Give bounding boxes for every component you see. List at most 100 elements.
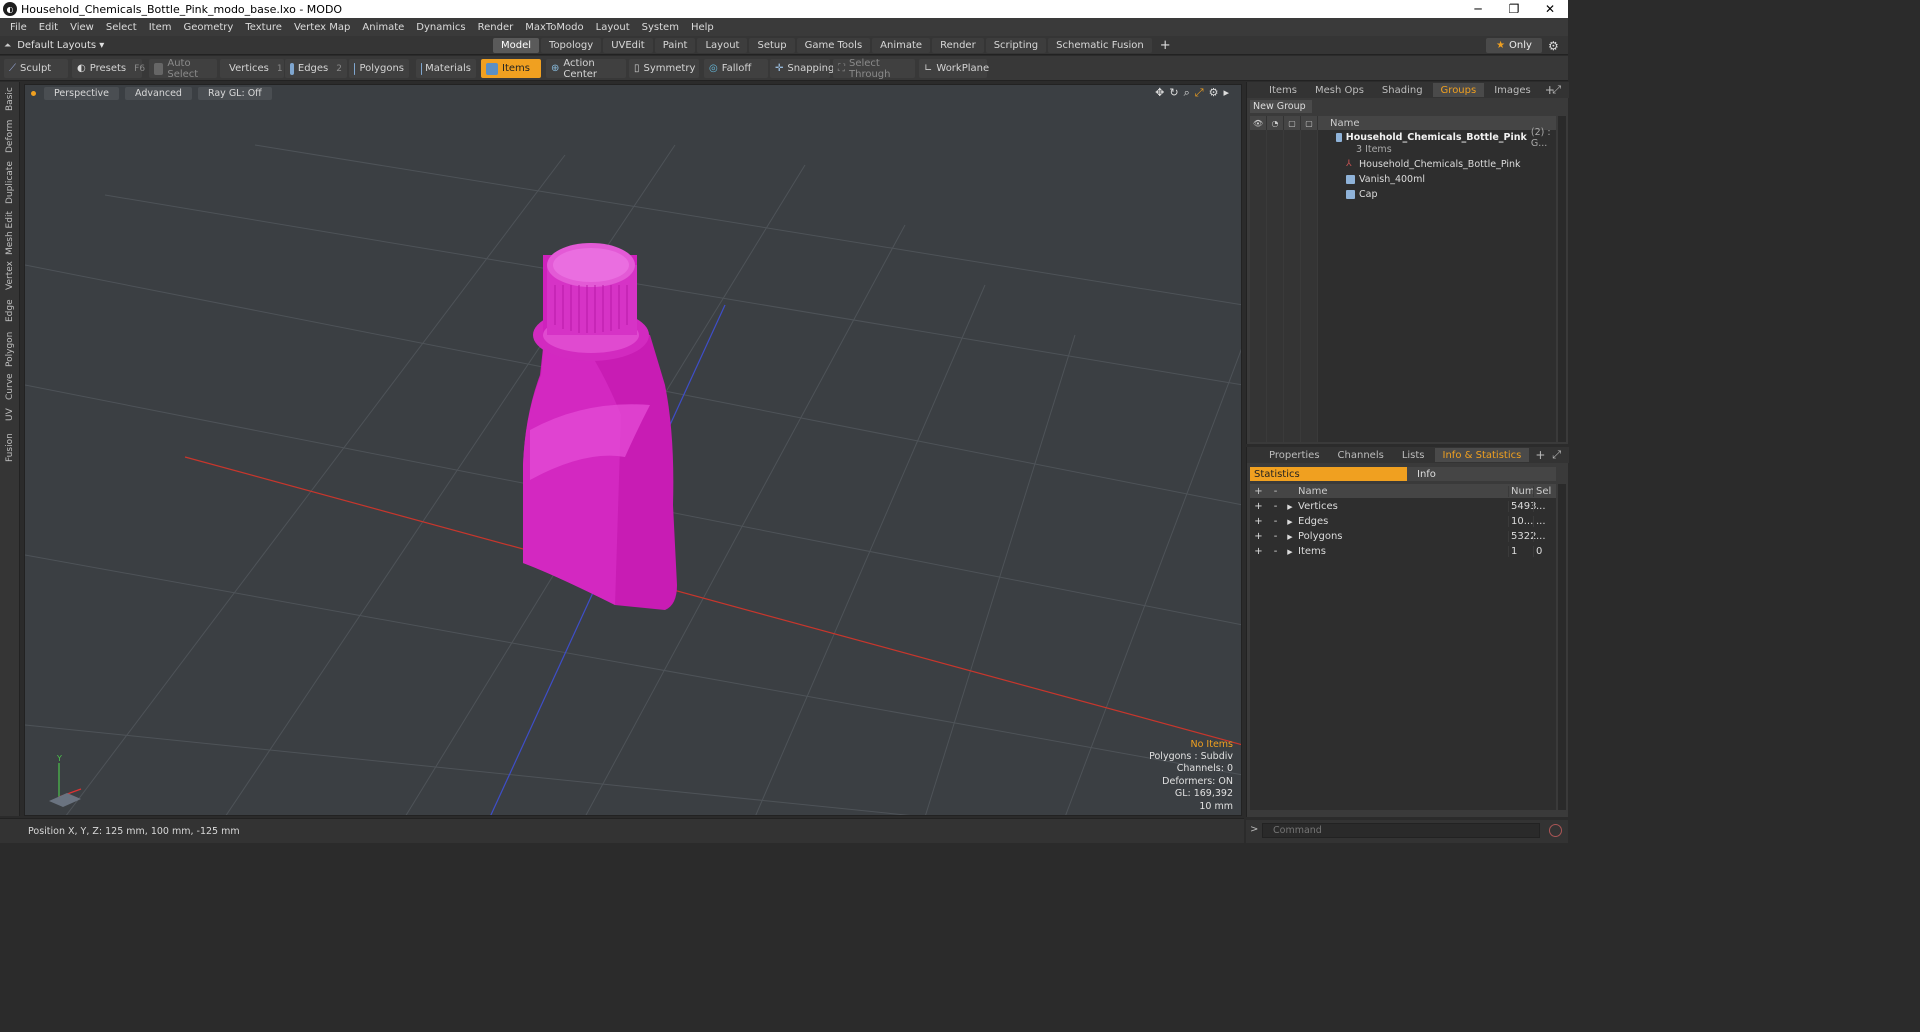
- vtab-mesh-edit[interactable]: Mesh Edit: [2, 210, 18, 256]
- menu-texture[interactable]: Texture: [239, 22, 288, 33]
- tab-lists[interactable]: Lists: [1394, 448, 1433, 462]
- polygons-button[interactable]: Polygons: [349, 59, 409, 78]
- row-add-icon[interactable]: +: [1250, 546, 1267, 557]
- tab-channels[interactable]: Channels: [1330, 448, 1392, 462]
- menu-render[interactable]: Render: [472, 22, 520, 33]
- raygl-dropdown[interactable]: Ray GL: Off: [197, 87, 272, 100]
- groups-scrollbar[interactable]: [1558, 116, 1566, 442]
- auto-select-button[interactable]: Auto Select: [149, 58, 217, 80]
- bottle-model[interactable]: [523, 243, 677, 610]
- select-through-button[interactable]: ⛶ Select Through: [833, 58, 915, 80]
- tab-properties[interactable]: Properties: [1261, 448, 1328, 462]
- tab-groups[interactable]: Groups: [1432, 83, 1485, 97]
- expand-triangle-icon[interactable]: ▶: [1284, 503, 1296, 511]
- vtab-polygon[interactable]: Polygon: [2, 328, 18, 370]
- tab-schematic-fusion[interactable]: Schematic Fusion: [1048, 38, 1152, 53]
- tab-scripting[interactable]: Scripting: [985, 38, 1047, 53]
- record-macro-icon[interactable]: [1549, 824, 1562, 837]
- tab-items[interactable]: Items: [1261, 83, 1305, 97]
- vtab-uv[interactable]: UV: [2, 404, 18, 426]
- menu-layout[interactable]: Layout: [590, 22, 636, 33]
- gear-icon[interactable]: ⚙: [1548, 38, 1562, 53]
- vtab-edge[interactable]: Edge: [2, 296, 18, 326]
- menu-file[interactable]: File: [4, 22, 33, 33]
- menu-view[interactable]: View: [64, 22, 100, 33]
- expand-triangle-icon[interactable]: ▶: [1284, 533, 1296, 541]
- list-item[interactable]: Vanish_400ml: [1320, 172, 1556, 187]
- add-tab-icon[interactable]: +: [1154, 38, 1177, 53]
- menu-system[interactable]: System: [636, 22, 685, 33]
- fit-icon[interactable]: ⤢: [1195, 86, 1204, 100]
- expand-arrow-icon[interactable]: ▸: [1223, 86, 1229, 100]
- list-item[interactable]: Cap: [1320, 187, 1556, 202]
- tab-topology[interactable]: Topology: [541, 38, 602, 53]
- menu-help[interactable]: Help: [685, 22, 720, 33]
- tab-layout[interactable]: Layout: [697, 38, 748, 53]
- expand-triangle-icon[interactable]: ▶: [1284, 518, 1296, 526]
- table-row[interactable]: + - ▶ Items 1 0: [1250, 544, 1556, 559]
- tab-animate[interactable]: Animate: [872, 38, 931, 53]
- layout-collapse-icon[interactable]: ⏶: [4, 41, 11, 51]
- vertices-button[interactable]: Vertices 1: [220, 59, 284, 78]
- snapping-button[interactable]: ✛ Snapping: [770, 59, 834, 78]
- tab-setup[interactable]: Setup: [749, 38, 795, 53]
- vtab-deform[interactable]: Deform: [2, 116, 18, 156]
- zoom-icon[interactable]: ⌕: [1184, 86, 1190, 100]
- menu-geometry[interactable]: Geometry: [177, 22, 239, 33]
- table-row[interactable]: + - ▶ Vertices 5493 ...: [1250, 499, 1556, 514]
- menu-select[interactable]: Select: [100, 22, 143, 33]
- sculpt-button[interactable]: ⟋ Sculpt: [4, 59, 68, 78]
- action-center-button[interactable]: ⊕ Action Center: [546, 58, 626, 80]
- statistics-tab[interactable]: Statistics: [1250, 467, 1407, 481]
- tab-model[interactable]: Model: [493, 38, 540, 53]
- close-button[interactable]: ✕: [1532, 0, 1568, 18]
- vtab-curve[interactable]: Curve: [2, 372, 18, 402]
- presets-button[interactable]: ◐ Presets F6: [72, 59, 145, 78]
- menu-dynamics[interactable]: Dynamics: [410, 22, 471, 33]
- minimize-button[interactable]: ─: [1460, 0, 1496, 18]
- tab-mesh-ops[interactable]: Mesh Ops: [1307, 83, 1372, 97]
- statistics-scrollbar[interactable]: [1558, 484, 1566, 810]
- perspective-dropdown[interactable]: Perspective: [44, 87, 120, 100]
- falloff-button[interactable]: ◎ Falloff: [704, 59, 768, 78]
- menu-item[interactable]: Item: [143, 22, 178, 33]
- menu-vertex-map[interactable]: Vertex Map: [288, 22, 356, 33]
- materials-button[interactable]: Materials: [416, 59, 476, 78]
- tab-info-statistics[interactable]: Info & Statistics: [1434, 448, 1530, 462]
- select-column-icon[interactable]: ▢: [1301, 116, 1318, 130]
- viewport-settings-icon[interactable]: ⚙: [1209, 86, 1219, 100]
- collapse-all-icon[interactable]: -: [1267, 486, 1284, 497]
- items-button[interactable]: Items: [481, 59, 541, 78]
- menu-maxtomodo[interactable]: MaxToModo: [519, 22, 589, 33]
- expand-triangle-icon[interactable]: ▶: [1284, 548, 1296, 556]
- list-item[interactable]: ⅄ Household_Chemicals_Bottle_Pink: [1320, 157, 1556, 172]
- info-tab[interactable]: Info: [1407, 467, 1556, 481]
- row-remove-icon[interactable]: -: [1267, 546, 1284, 557]
- tab-images[interactable]: Images: [1486, 83, 1539, 97]
- row-add-icon[interactable]: +: [1250, 516, 1267, 527]
- table-row[interactable]: + - ▶ Polygons 5322 ...: [1250, 529, 1556, 544]
- vtab-basic[interactable]: Basic: [2, 84, 18, 114]
- row-add-icon[interactable]: +: [1250, 531, 1267, 542]
- row-remove-icon[interactable]: -: [1267, 516, 1284, 527]
- expand-all-icon[interactable]: +: [1250, 486, 1267, 497]
- row-remove-icon[interactable]: -: [1267, 501, 1284, 512]
- table-row[interactable]: + - ▶ Edges 10... ...: [1250, 514, 1556, 529]
- vtab-vertex[interactable]: Vertex: [2, 258, 18, 294]
- menu-edit[interactable]: Edit: [33, 22, 64, 33]
- edges-button[interactable]: Edges 2: [285, 59, 347, 78]
- tab-render[interactable]: Render: [932, 38, 984, 53]
- new-group-button[interactable]: New Group: [1250, 100, 1312, 113]
- visibility-column-icon[interactable]: 👁: [1250, 116, 1267, 130]
- only-button[interactable]: ★ Only: [1486, 38, 1542, 53]
- add-panel-tab-icon[interactable]: +: [1531, 448, 1549, 462]
- tab-paint[interactable]: Paint: [654, 38, 696, 53]
- 3d-viewport[interactable]: Perspective Advanced Ray GL: Off ✥ ↻ ⌕ ⤢…: [24, 84, 1242, 816]
- advanced-dropdown[interactable]: Advanced: [125, 87, 192, 100]
- expand-panel-icon[interactable]: ⤢: [1552, 83, 1561, 97]
- maximize-button[interactable]: ❐: [1496, 0, 1532, 18]
- row-add-icon[interactable]: +: [1250, 501, 1267, 512]
- expand-panel-icon[interactable]: ⤢: [1552, 448, 1561, 462]
- tab-uvedit[interactable]: UVEdit: [603, 38, 653, 53]
- vtab-fusion[interactable]: Fusion: [2, 428, 18, 468]
